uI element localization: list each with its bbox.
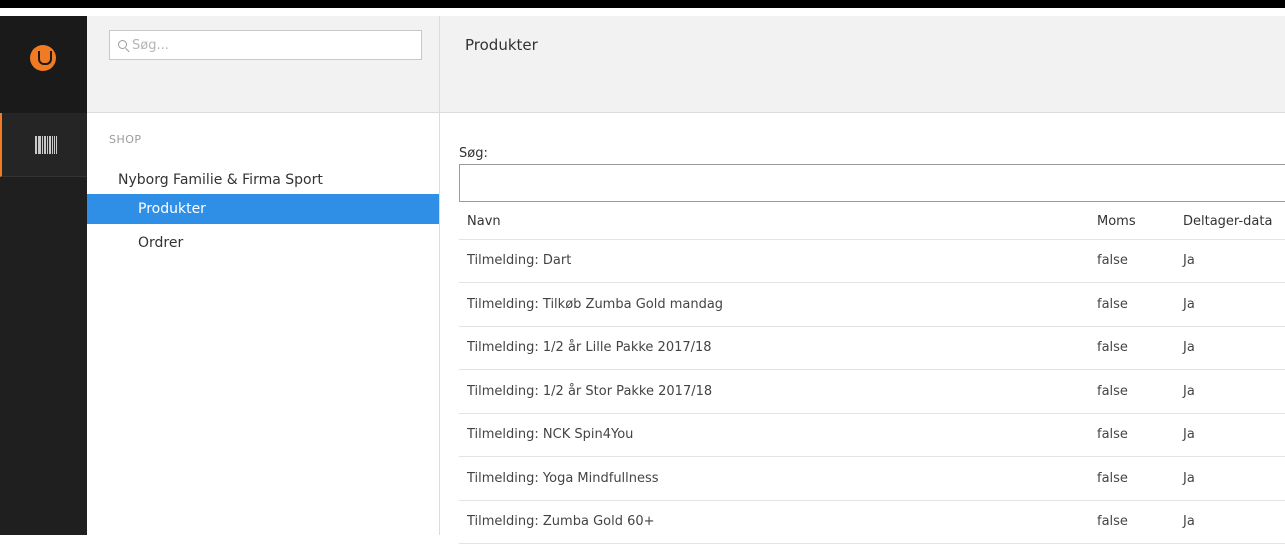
cell-navn[interactable]: Tilmelding: Yoga Mindfullness: [459, 456, 1089, 501]
cell-navn[interactable]: Tilmelding: Tilkøb Zumba Gold mandag: [459, 282, 1089, 327]
column-header-deltager-data[interactable]: Deltager-data: [1175, 204, 1285, 240]
tree-sidebar: SHOP Nyborg Familie & Firma Sport Produk…: [87, 16, 440, 535]
cell-moms: false: [1089, 282, 1175, 327]
window-frame: SHOP Nyborg Familie & Firma Sport Produk…: [0, 0, 1285, 544]
cell-navn[interactable]: Tilmelding: Zumba Gold 60+: [459, 500, 1089, 544]
search-icon: [118, 40, 127, 49]
table-row[interactable]: Tilmelding: Zumba Gold 60+ false Ja: [459, 500, 1285, 544]
cell-deltager-data: Ja: [1175, 369, 1285, 414]
page-title: Produkter: [465, 36, 538, 54]
cell-deltager-data: Ja: [1175, 500, 1285, 544]
filter-input[interactable]: [459, 164, 1285, 202]
cell-deltager-data: Ja: [1175, 239, 1285, 283]
column-header-navn[interactable]: Navn: [459, 204, 1089, 240]
main-content: Produkter Søg: Navn Moms Deltager-data T…: [440, 16, 1285, 544]
cell-moms: false: [1089, 500, 1175, 544]
cell-navn[interactable]: Tilmelding: Dart: [459, 239, 1089, 283]
section-label: SHOP: [109, 133, 142, 146]
cell-moms: false: [1089, 456, 1175, 501]
app: SHOP Nyborg Familie & Firma Sport Produk…: [0, 16, 1285, 544]
umbraco-logo-icon[interactable]: [30, 45, 56, 71]
table-row[interactable]: Tilmelding: Dart false Ja: [459, 239, 1285, 283]
products-table: Navn Moms Deltager-data Tilmelding: Dart…: [459, 204, 1285, 544]
table-row[interactable]: Tilmelding: 1/2 år Lille Pakke 2017/18 f…: [459, 326, 1285, 370]
tree-item-produkter[interactable]: Produkter: [87, 194, 439, 224]
cell-navn[interactable]: Tilmelding: NCK Spin4You: [459, 413, 1089, 457]
rail-section-commerce[interactable]: [0, 113, 87, 177]
filter-label: Søg:: [459, 146, 488, 161]
rail-header: [0, 16, 87, 113]
cell-deltager-data: Ja: [1175, 282, 1285, 327]
cell-moms: false: [1089, 239, 1175, 283]
tree-header: [87, 16, 439, 113]
cell-navn[interactable]: Tilmelding: 1/2 år Stor Pakke 2017/18: [459, 369, 1089, 414]
barcode-icon: [35, 136, 57, 154]
cell-moms: false: [1089, 369, 1175, 414]
tree-root-store[interactable]: Nyborg Familie & Firma Sport: [118, 172, 323, 188]
cell-moms: false: [1089, 326, 1175, 370]
cell-deltager-data: Ja: [1175, 456, 1285, 501]
tree-search[interactable]: [109, 30, 422, 60]
cell-deltager-data: Ja: [1175, 413, 1285, 457]
table-row[interactable]: Tilmelding: NCK Spin4You false Ja: [459, 413, 1285, 457]
column-header-moms[interactable]: Moms: [1089, 204, 1175, 240]
table-row[interactable]: Tilmelding: 1/2 år Stor Pakke 2017/18 fa…: [459, 369, 1285, 414]
table-row[interactable]: Tilmelding: Tilkøb Zumba Gold mandag fal…: [459, 282, 1285, 327]
table-row[interactable]: Tilmelding: Yoga Mindfullness false Ja: [459, 456, 1285, 501]
cell-navn[interactable]: Tilmelding: 1/2 år Lille Pakke 2017/18: [459, 326, 1089, 370]
app-rail: [0, 16, 87, 535]
cell-deltager-data: Ja: [1175, 326, 1285, 370]
table-header-row: Navn Moms Deltager-data: [459, 204, 1285, 240]
main-header: Produkter: [440, 16, 1285, 113]
search-input[interactable]: [132, 35, 412, 55]
cell-moms: false: [1089, 413, 1175, 457]
tree-item-ordrer[interactable]: Ordrer: [87, 228, 439, 258]
